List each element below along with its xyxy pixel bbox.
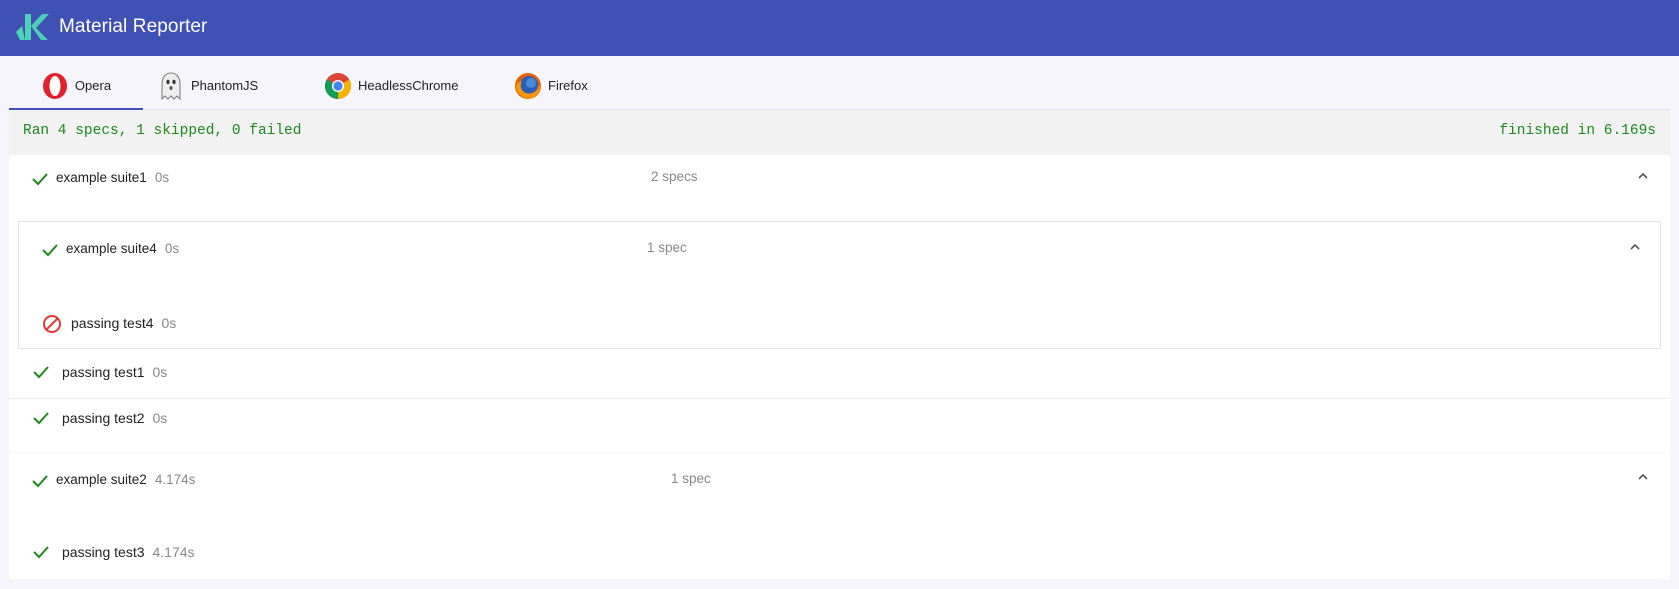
firefox-icon xyxy=(515,72,541,99)
suite-time: 0s xyxy=(164,241,180,256)
test-name-wrap: passing test3 4.174s xyxy=(62,544,195,562)
app-logo-icon xyxy=(16,14,49,40)
suite-header[interactable]: example suite4 0s 1 spec xyxy=(19,222,1660,276)
check-icon xyxy=(42,244,58,257)
test-time: 0s xyxy=(161,315,177,331)
opera-icon xyxy=(42,72,67,99)
summary-duration: finished in 6.169s xyxy=(1499,123,1656,139)
suite-header[interactable]: example suite1 0s 2 specs xyxy=(9,155,1670,201)
test-name-wrap: passing test1 0s xyxy=(62,364,167,382)
test-row: passing test2 0s xyxy=(9,398,1670,440)
check-icon xyxy=(33,366,49,379)
suite-header[interactable]: example suite2 4.174s 1 spec xyxy=(9,453,1670,507)
suite-name: example suite1 xyxy=(56,170,147,185)
tab-phantomjs[interactable]: PhantomJS xyxy=(157,62,258,109)
tab-phantomjs-label: PhantomJS xyxy=(191,78,259,93)
tab-headlesschrome[interactable]: HeadlessChrome xyxy=(324,62,458,109)
suite-name: example suite4 xyxy=(66,241,157,256)
test-name-wrap: passing test4 0s xyxy=(71,315,176,333)
tab-headlesschrome-label: HeadlessChrome xyxy=(358,78,459,93)
check-icon xyxy=(32,475,48,488)
suite-name: example suite2 xyxy=(56,472,147,487)
chevron-up-icon[interactable] xyxy=(1636,169,1650,183)
test-name: passing test4 xyxy=(71,315,154,331)
browser-tabs: Opera PhantomJS HeadlessChrome Firefox xyxy=(9,62,1670,110)
test-row: passing test4 0s xyxy=(19,308,1660,338)
suite-time: 4.174s xyxy=(154,472,196,487)
app-title: Material Reporter xyxy=(59,16,208,37)
test-name: passing test1 xyxy=(62,364,145,380)
test-time: 0s xyxy=(152,410,168,426)
tab-opera[interactable]: Opera xyxy=(9,62,143,110)
nested-suite-panel: example suite4 0s 1 spec passing test4 0s xyxy=(18,221,1661,349)
suite-panel: example suite2 4.174s 1 spec passing test… xyxy=(9,453,1670,579)
test-name: passing test2 xyxy=(62,410,145,426)
chevron-up-icon[interactable] xyxy=(1636,470,1650,484)
suite-panel: example suite1 0s 2 specs example suite4 0… xyxy=(9,155,1670,452)
check-icon xyxy=(33,546,49,559)
suite-spec-count: 1 spec xyxy=(647,240,687,255)
suite-spec-count: 2 specs xyxy=(651,169,698,184)
test-row: passing test1 0s xyxy=(9,352,1670,394)
run-summary: Ran 4 specs, 1 skipped, 0 failed finishe… xyxy=(9,110,1670,154)
app-header: Material Reporter xyxy=(0,0,1679,56)
phantomjs-icon xyxy=(161,71,181,100)
suite-name-wrap: example suite4 0s xyxy=(66,240,179,258)
tab-firefox-label: Firefox xyxy=(548,78,588,93)
suite-spec-count: 1 spec xyxy=(671,471,711,486)
tab-opera-label: Opera xyxy=(74,78,112,93)
suite-name-wrap: example suite1 0s xyxy=(56,169,169,187)
test-row: passing test3 4.174s xyxy=(9,537,1670,567)
check-icon xyxy=(32,173,48,186)
summary-specs: Ran 4 specs, 1 skipped, 0 failed xyxy=(23,123,302,139)
chrome-icon xyxy=(324,72,352,99)
suite-name-wrap: example suite2 4.174s xyxy=(56,471,195,489)
test-name-wrap: passing test2 0s xyxy=(62,410,167,428)
check-icon xyxy=(33,412,49,425)
test-time: 0s xyxy=(152,364,168,380)
chevron-up-icon[interactable] xyxy=(1628,240,1642,254)
suite-time: 0s xyxy=(154,170,170,185)
skipped-icon xyxy=(43,315,61,333)
test-name: passing test3 xyxy=(62,544,145,560)
tab-firefox[interactable]: Firefox xyxy=(514,62,588,109)
test-time: 4.174s xyxy=(152,544,195,560)
